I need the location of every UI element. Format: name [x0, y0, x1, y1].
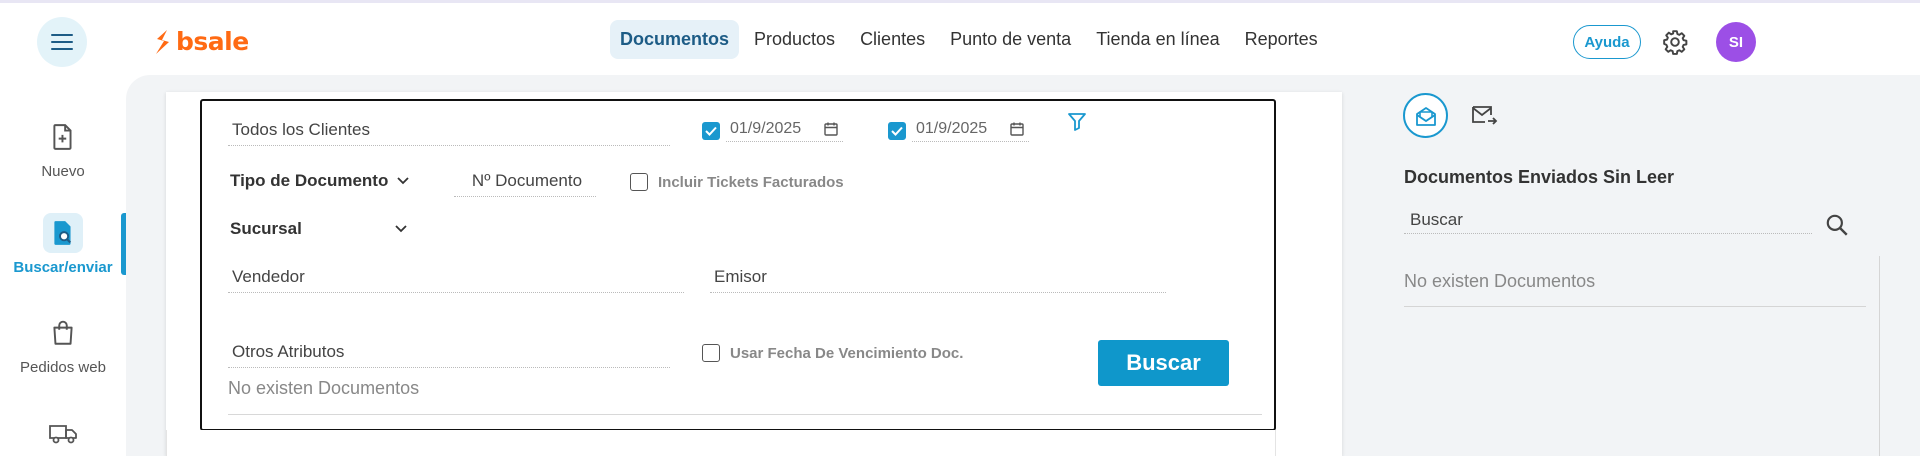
logo-text: bsale: [176, 27, 249, 56]
sidebar-icon-wrap: [43, 213, 83, 253]
sidebar-item-label: Nuevo: [41, 163, 85, 180]
chevron-down-icon: [395, 225, 407, 233]
main-nav: Documentos Productos Clientes Punto de v…: [610, 20, 1333, 59]
nav-punto-de-venta[interactable]: Punto de venta: [940, 20, 1081, 59]
unread-documents-title: Documentos Enviados Sin Leer: [1404, 167, 1675, 187]
use-due-date-row: Usar Fecha De Vencimiento Doc.: [702, 344, 963, 362]
bsale-logo-mark-icon: [156, 29, 169, 54]
date-to-group: 01/9/2025: [888, 120, 1030, 142]
unread-list-divider: [1404, 306, 1866, 307]
file-plus-icon: [53, 124, 72, 150]
date-to-value: 01/9/2025: [916, 120, 988, 137]
shopping-bag-icon: [53, 320, 73, 345]
sidebar-item-buscar-enviar[interactable]: Buscar/enviar: [0, 213, 126, 276]
include-tickets-checkbox[interactable]: [630, 173, 648, 191]
date-from-group: 01/9/2025: [702, 120, 844, 142]
include-tickets-row: Incluir Tickets Facturados: [630, 173, 844, 191]
check-icon: [891, 126, 903, 136]
date-from-value: 01/9/2025: [730, 120, 802, 137]
branch-select[interactable]: Sucursal: [230, 219, 408, 239]
date-to-checkbox[interactable]: [888, 122, 906, 140]
sidebar-icon-wrap: [43, 117, 83, 157]
seller-input[interactable]: Vendedor: [228, 267, 684, 293]
results-area: [166, 430, 1276, 456]
client-input[interactable]: Todos los Clientes: [228, 120, 670, 146]
user-avatar[interactable]: SI: [1716, 22, 1756, 62]
help-button[interactable]: Ayuda: [1573, 25, 1641, 59]
right-panel-divider: [1879, 256, 1880, 456]
nav-clientes[interactable]: Clientes: [850, 20, 935, 59]
sidebar-item-label: Pedidos web: [20, 359, 106, 376]
chevron-down-icon: [397, 177, 409, 185]
include-tickets-label: Incluir Tickets Facturados: [658, 173, 844, 191]
other-attributes-input[interactable]: Otros Atributos: [228, 342, 670, 368]
results-divider: [228, 414, 1262, 415]
sidebar: Nuevo Buscar/enviar Pedidos web: [0, 75, 126, 456]
bsale-logo[interactable]: bsale: [154, 27, 249, 56]
calendar-icon[interactable]: [823, 121, 839, 137]
document-type-label: Tipo de Documento: [230, 171, 389, 190]
sidebar-item-pedidos-web[interactable]: Pedidos web: [0, 313, 126, 376]
nav-productos[interactable]: Productos: [744, 20, 845, 59]
hamburger-menu-button[interactable]: [37, 17, 87, 67]
search-button[interactable]: Buscar: [1098, 340, 1229, 386]
unread-inbox-button[interactable]: [1403, 93, 1448, 138]
calendar-icon[interactable]: [1009, 121, 1025, 137]
sidebar-item-nuevo[interactable]: Nuevo: [0, 117, 126, 180]
sidebar-icon-wrap: [43, 413, 83, 453]
nav-documentos[interactable]: Documentos: [610, 20, 740, 59]
filter-icon[interactable]: [1068, 112, 1086, 132]
sidebar-item-despacho[interactable]: [0, 413, 126, 453]
inbox-icon: [1415, 106, 1436, 126]
gear-icon[interactable]: [1662, 29, 1688, 55]
use-due-date-checkbox[interactable]: [702, 344, 720, 362]
nav-tienda-en-linea[interactable]: Tienda en línea: [1086, 20, 1229, 59]
search-icon[interactable]: [1824, 212, 1850, 238]
sidebar-icon-wrap: [43, 313, 83, 353]
nav-reportes[interactable]: Reportes: [1235, 20, 1328, 59]
truck-icon: [49, 425, 77, 444]
use-due-date-label: Usar Fecha De Vencimiento Doc.: [730, 344, 964, 362]
issuer-input[interactable]: Emisor: [710, 267, 1166, 293]
top-header: bsale Documentos Productos Clientes Punt…: [0, 3, 1920, 75]
file-search-icon: [54, 221, 72, 245]
mail-forward-icon[interactable]: [1470, 102, 1498, 128]
menu-icon: [51, 34, 73, 50]
date-to-input[interactable]: 01/9/2025: [912, 120, 1030, 142]
empty-results-message: No existen Documentos: [228, 378, 420, 398]
date-from-input[interactable]: 01/9/2025: [726, 120, 844, 142]
sidebar-item-label: Buscar/enviar: [13, 259, 113, 276]
branch-label: Sucursal: [230, 219, 302, 238]
document-number-input[interactable]: Nº Documento: [454, 171, 596, 197]
unread-empty-message: No existen Documentos: [1404, 271, 1596, 291]
date-from-checkbox[interactable]: [702, 122, 720, 140]
document-type-select[interactable]: Tipo de Documento: [230, 171, 410, 191]
check-icon: [705, 126, 717, 136]
unread-search-input[interactable]: Buscar: [1404, 210, 1812, 234]
